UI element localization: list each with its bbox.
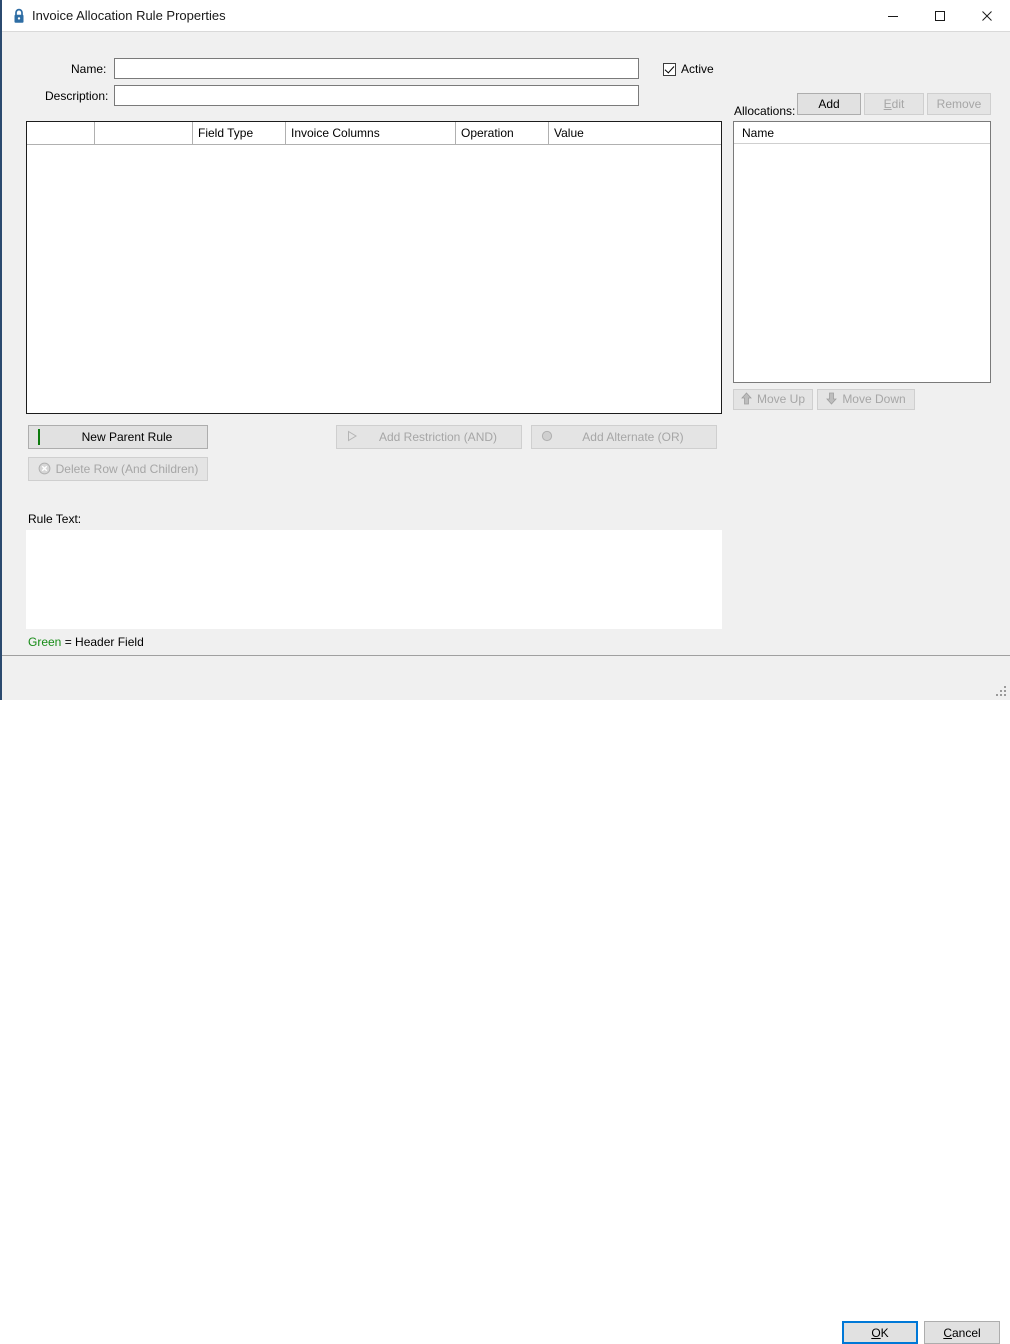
allocations-label: Allocations: [734,104,796,118]
footer-bar: OK Cancel [2,656,1010,1344]
remove-allocation-button[interactable]: Remove [927,93,991,115]
add-restriction-button[interactable]: Add Restriction (AND) [336,425,522,449]
name-label: Name: [71,62,107,76]
active-checkbox[interactable]: Active [663,60,714,78]
edit-allocation-button[interactable]: Edit [864,93,924,115]
green-square-icon [38,429,52,445]
add-allocation-button[interactable]: Add [797,93,861,115]
rule-text-area[interactable] [26,530,722,629]
arrow-down-icon [826,392,838,408]
grid-column-value[interactable]: Value [549,122,721,144]
legend-description: = Header Field [61,635,144,649]
grid-column-operation[interactable]: Operation [456,122,549,144]
circle-icon [541,430,555,444]
move-up-label: Move Up [756,391,806,406]
new-parent-rule-button[interactable]: New Parent Rule [28,425,208,449]
active-label: Active [681,62,714,76]
minimize-button[interactable] [870,0,916,31]
new-parent-rule-label: New Parent Rule [81,430,173,444]
close-icon [982,10,992,21]
description-input[interactable] [114,85,639,106]
arrow-up-icon [741,391,752,408]
move-down-button[interactable]: Move Down [817,389,915,410]
dialog-window: Invoice Allocation Rule Properties Name:… [0,0,1010,1344]
triangle-right-icon [346,430,360,444]
grid-column-field-type[interactable]: Field Type [193,122,286,144]
ok-button[interactable]: OK [842,1321,918,1344]
legend-green-word: Green [28,635,62,649]
legend: Green = Header Field [28,635,144,649]
move-up-button[interactable]: Move Up [733,389,813,410]
grid-column-1[interactable] [95,122,193,144]
add-alternate-label: Add Alternate (OR) [582,430,684,444]
add-restriction-label: Add Restriction (AND) [378,430,498,444]
delete-row-label: Delete Row (And Children) [55,462,199,476]
delete-circle-icon [38,462,52,476]
title-bar: Invoice Allocation Rule Properties [2,0,1010,32]
checkbox-box[interactable] [663,62,676,76]
rules-grid-header: Field Type Invoice Columns Operation Val… [27,122,721,145]
rules-grid[interactable]: Field Type Invoice Columns Operation Val… [26,121,722,414]
grid-column-invoice-columns[interactable]: Invoice Columns [286,122,456,144]
grid-column-0[interactable] [27,122,95,144]
allocations-list[interactable]: Name [733,121,991,383]
name-input[interactable] [114,58,639,79]
lock-icon [12,8,26,24]
description-label: Description: [45,89,109,103]
maximize-button[interactable] [917,0,963,31]
resize-grip-icon[interactable] [995,685,1007,697]
close-button[interactable] [964,0,1010,31]
delete-row-button[interactable]: Delete Row (And Children) [28,457,208,481]
add-alternate-button[interactable]: Add Alternate (OR) [531,425,717,449]
minimize-icon [888,15,898,17]
maximize-icon [935,10,945,21]
move-down-label: Move Down [842,391,906,406]
cancel-button[interactable]: Cancel [924,1321,1000,1344]
window-title: Invoice Allocation Rule Properties [32,8,226,23]
rule-text-label: Rule Text: [28,512,82,526]
allocations-list-header: Name [734,122,990,144]
